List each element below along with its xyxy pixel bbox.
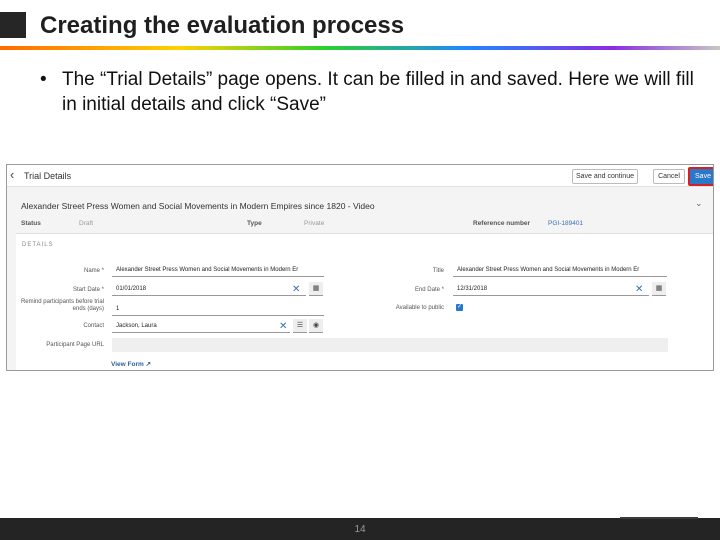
start-date-label: Start Date * — [72, 287, 104, 293]
external-link-icon: ↗ — [145, 361, 152, 368]
contact-label: Contact — [83, 323, 104, 329]
clear-start-date-icon[interactable]: ✕ — [292, 285, 300, 295]
calendar-icon[interactable]: ▦ — [309, 282, 323, 296]
save-and-continue-button[interactable]: Save and continue — [572, 169, 638, 184]
end-date-field[interactable]: 12/31/2018 — [453, 282, 649, 296]
reference-label: Reference number — [473, 220, 531, 227]
footer-accent-line — [620, 517, 698, 519]
slide-title: Creating the evaluation process — [40, 12, 405, 39]
type-value: Private — [304, 220, 325, 227]
app-toolbar: ‹ Trial Details Save and continue Cancel… — [7, 165, 713, 187]
trial-details-screenshot: ‹ Trial Details Save and continue Cancel… — [6, 164, 714, 371]
name-field[interactable]: Alexander Street Press Women and Social … — [112, 263, 324, 277]
status-label: Status — [21, 220, 41, 227]
list-icon[interactable]: ☰ — [293, 319, 307, 333]
clear-contact-icon[interactable]: ✕ — [279, 322, 287, 332]
view-form-link[interactable]: View Form ↗ — [111, 360, 151, 368]
view-form-label: View Form — [111, 361, 144, 368]
type-label: Type — [247, 220, 262, 227]
bullet-text: The “Trial Details” page opens. It can b… — [62, 69, 694, 115]
end-date-label-text: End Date * — [414, 287, 444, 293]
name-label: Name * — [83, 268, 104, 274]
page-number: 14 — [354, 524, 366, 535]
details-section-label: DETAILS — [22, 242, 54, 248]
status-value: Draft — [79, 220, 94, 227]
title-field[interactable]: Alexander Street Press Women and Social … — [453, 263, 667, 277]
record-title: Alexander Street Press Women and Social … — [21, 201, 375, 211]
remind-label: Remind participants before trial ends (d… — [20, 299, 104, 312]
bullet-point: • The “Trial Details” page opens. It can… — [40, 67, 700, 117]
app-page-title: Trial Details — [24, 171, 72, 181]
calendar-icon[interactable]: ▦ — [652, 282, 666, 296]
cancel-button[interactable]: Cancel — [653, 169, 685, 184]
info-icon[interactable]: ◉ — [309, 319, 323, 333]
title-marker-block — [0, 12, 26, 38]
available-to-public-checkbox[interactable]: ✓ — [456, 304, 463, 311]
title-label: Title — [432, 268, 444, 274]
save-button[interactable]: Save — [688, 167, 713, 186]
clear-end-date-icon[interactable]: ✕ — [635, 285, 643, 295]
participant-url-field[interactable] — [112, 338, 668, 352]
remind-days-field[interactable]: 1 — [112, 302, 324, 316]
rainbow-divider — [0, 46, 720, 50]
bullet-icon: • — [40, 69, 47, 90]
participant-url-label: Participant Page URL — [46, 342, 104, 348]
chevron-down-icon[interactable]: ⌄ — [695, 198, 703, 209]
available-to-public-label: Available to public — [395, 305, 444, 311]
reference-value: PGI-189401 — [548, 220, 584, 227]
chevron-left-icon[interactable]: ‹ — [10, 168, 14, 182]
start-date-field[interactable]: 01/01/2018 — [112, 282, 306, 296]
contact-field[interactable]: Jackson, Laura — [112, 319, 290, 333]
